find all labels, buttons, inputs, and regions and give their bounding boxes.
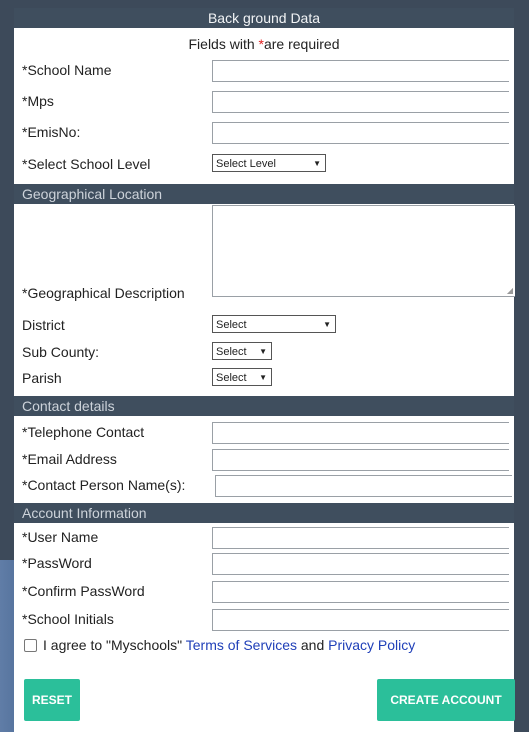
district-row: District Select ▼ <box>22 314 514 338</box>
chevron-down-icon: ▼ <box>313 159 321 168</box>
parish-label: Parish <box>22 370 62 386</box>
school-level-label: *Select School Level <box>22 156 151 172</box>
agreement-and: and <box>297 637 329 653</box>
school-initials-row: *School Initials <box>22 608 514 632</box>
telephone-label: *Telephone Contact <box>22 424 145 440</box>
district-value: Select <box>216 319 247 331</box>
username-label: *User Name <box>22 529 99 545</box>
agreement-text: I agree to "Myschools" <box>43 637 186 653</box>
terms-agreement: I agree to "Myschools" Terms of Services… <box>24 637 415 653</box>
parish-row: Parish Select ▼ <box>22 367 514 391</box>
school-initials-input[interactable] <box>212 609 509 631</box>
username-row: *User Name <box>22 526 514 550</box>
terms-link[interactable]: Terms of Services <box>186 637 297 653</box>
school-level-value: Select Level <box>216 158 276 170</box>
username-input[interactable] <box>212 527 509 549</box>
section-geo-title: Geographical Location <box>22 186 163 202</box>
section-contact: Contact details <box>14 396 514 416</box>
registration-form: Back ground Data Fields with *are requir… <box>14 8 515 732</box>
district-select[interactable]: Select ▼ <box>212 315 336 333</box>
reset-button-label: RESET <box>31 693 72 707</box>
section-account: Account Information <box>14 503 514 523</box>
confirm-password-row: *Confirm PassWord <box>22 580 514 604</box>
confirm-password-input[interactable] <box>212 581 509 603</box>
school-initials-label: *School Initials <box>22 611 114 627</box>
email-label: *Email Address <box>22 451 117 467</box>
emis-input[interactable] <box>212 122 509 144</box>
email-input[interactable] <box>212 449 509 471</box>
form-title: Back ground Data <box>14 8 514 28</box>
parish-select[interactable]: Select ▼ <box>212 368 272 386</box>
mps-label: *Mps <box>22 93 54 109</box>
school-level-select[interactable]: Select Level ▼ <box>212 154 326 172</box>
school-name-row: *School Name <box>22 59 514 83</box>
required-note-prefix: Fields with <box>188 36 259 52</box>
password-input[interactable] <box>212 553 509 575</box>
section-contact-title: Contact details <box>22 398 115 414</box>
section-geo: Geographical Location <box>14 184 514 204</box>
mps-input[interactable] <box>212 91 509 113</box>
chevron-down-icon: ▼ <box>259 347 267 356</box>
school-level-row: *Select School Level Select Level ▼ <box>22 153 514 177</box>
reset-button[interactable]: RESET <box>24 679 80 721</box>
contact-person-row: *Contact Person Name(s): <box>22 474 514 498</box>
district-label: District <box>22 317 65 333</box>
create-account-button[interactable]: CREATE ACCOUNT <box>377 679 515 721</box>
password-row: *PassWord <box>22 552 514 576</box>
school-name-label: *School Name <box>22 62 112 78</box>
section-account-title: Account Information <box>22 505 147 521</box>
school-name-input[interactable] <box>212 60 509 82</box>
email-row: *Email Address <box>22 448 514 472</box>
password-label: *PassWord <box>22 555 92 571</box>
emis-label: *EmisNo: <box>22 124 81 140</box>
contact-person-label: *Contact Person Name(s): <box>22 477 186 493</box>
geo-description-row: *Geographical Description <box>22 282 514 306</box>
emis-row: *EmisNo: <box>22 121 514 145</box>
contact-person-input[interactable] <box>215 475 512 497</box>
telephone-row: *Telephone Contact <box>22 421 514 445</box>
sub-county-value: Select <box>216 346 247 358</box>
chevron-down-icon: ▼ <box>323 320 331 329</box>
geo-description-label: *Geographical Description <box>22 285 185 301</box>
form-title-text: Back ground Data <box>207 10 321 26</box>
parish-value: Select <box>216 372 247 384</box>
sub-county-row: Sub County: Select ▼ <box>22 341 514 365</box>
required-note-suffix: are required <box>263 36 340 52</box>
required-note: Fields with *are required <box>14 36 514 52</box>
sub-county-label: Sub County: <box>22 344 100 360</box>
chevron-down-icon: ▼ <box>259 373 267 382</box>
mps-row: *Mps <box>22 90 514 114</box>
telephone-input[interactable] <box>212 422 509 444</box>
sub-county-select[interactable]: Select ▼ <box>212 342 272 360</box>
create-account-button-label: CREATE ACCOUNT <box>390 693 502 707</box>
privacy-link[interactable]: Privacy Policy <box>328 637 415 653</box>
terms-checkbox[interactable] <box>24 638 37 652</box>
confirm-password-label: *Confirm PassWord <box>22 583 145 599</box>
